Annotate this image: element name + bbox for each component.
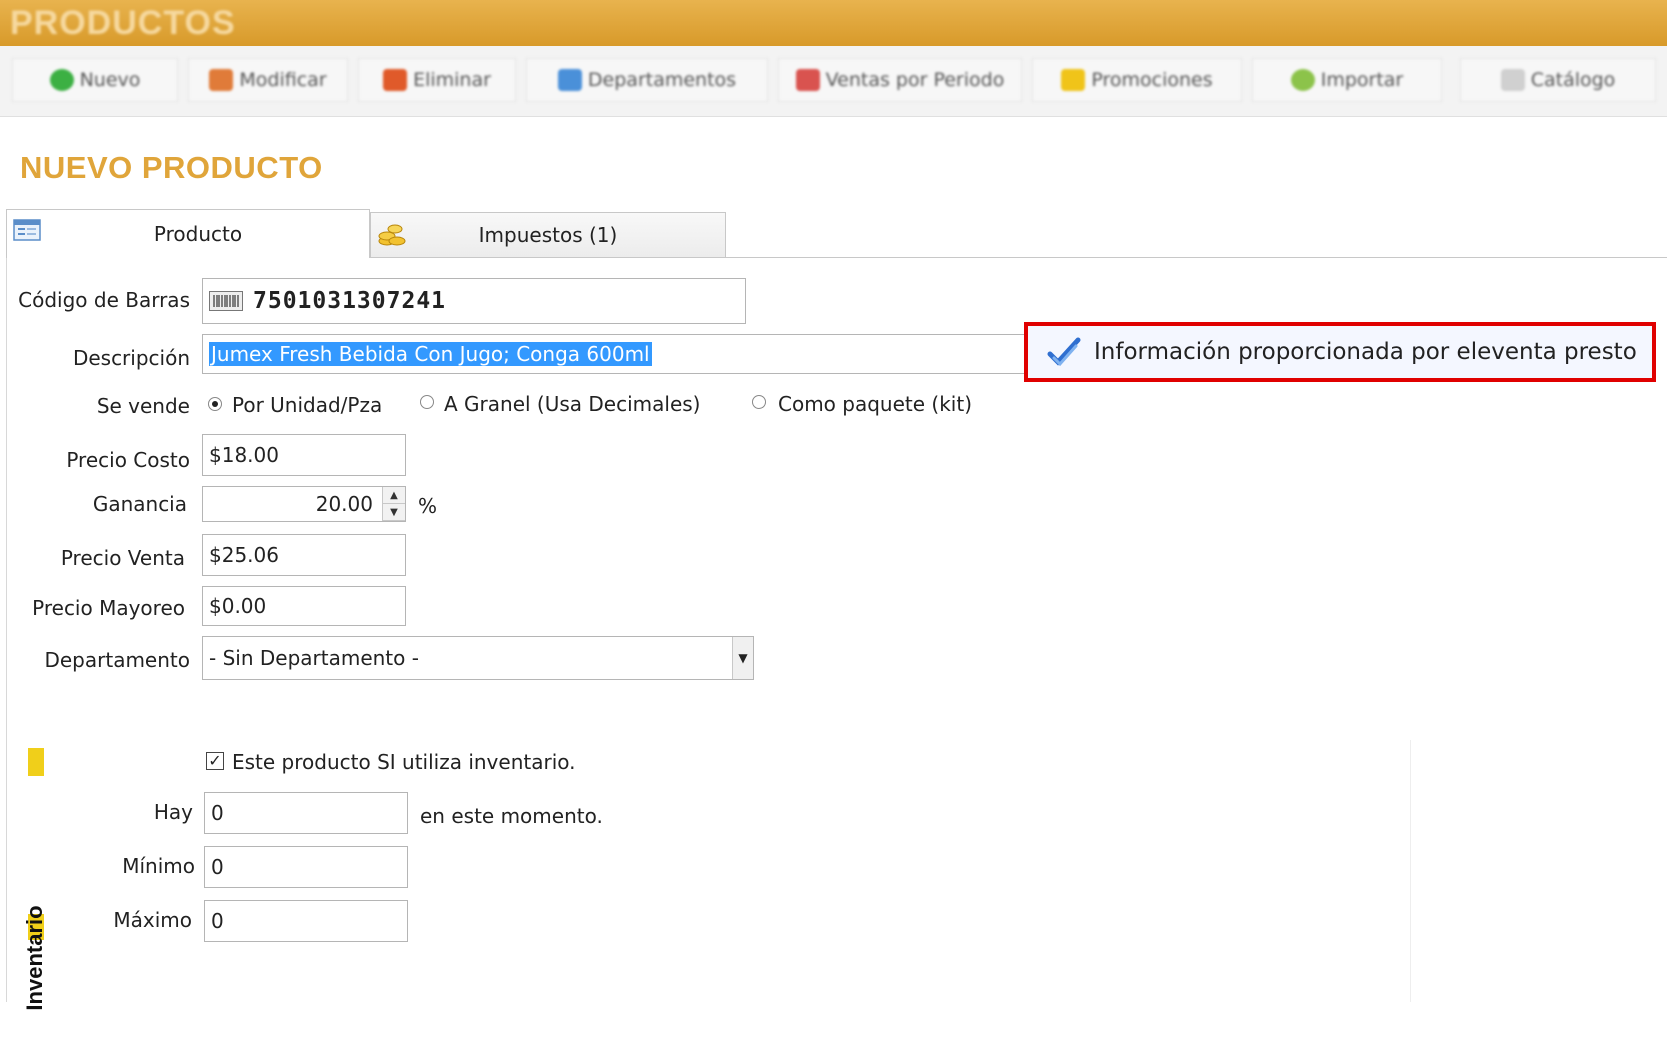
stock-suffix: en este momento. <box>420 804 603 828</box>
tab-impuestos-label: Impuestos (1) <box>478 223 618 247</box>
departments-button-label: Departamentos <box>587 69 737 91</box>
profit-label: Ganancia <box>92 492 187 516</box>
department-select[interactable]: - Sin Departamento - ▼ <box>202 636 754 680</box>
uses-inventory-checkbox[interactable]: ✓ <box>206 752 224 770</box>
stock-label: Hay <box>153 800 193 824</box>
profit-unit: % <box>418 494 438 518</box>
page-title: NUEVO PRODUCTO <box>20 150 323 185</box>
promotions-button[interactable]: Promociones <box>1032 58 1242 102</box>
coins-icon <box>378 224 406 246</box>
form-icon <box>13 219 41 241</box>
panel-border <box>6 258 7 1002</box>
barcode-input[interactable]: 7501031307241 <box>202 278 746 324</box>
sold-as-label: Se vende <box>96 394 190 418</box>
cost-label: Precio Costo <box>66 448 190 472</box>
uses-inventory-label: Este producto SI utiliza inventario. <box>232 750 576 774</box>
barcode-value: 7501031307241 <box>253 288 447 314</box>
inventory-section-label: Inventario <box>22 905 47 1011</box>
wholesale-price-value: $0.00 <box>209 594 267 618</box>
radio-per-unit[interactable] <box>208 397 222 411</box>
wholesale-price-input[interactable]: $0.00 <box>202 586 406 626</box>
star-icon <box>1061 69 1086 91</box>
tab-producto[interactable]: Producto <box>6 209 370 258</box>
sale-price-value: $25.06 <box>209 543 279 567</box>
sale-price-label: Precio Venta <box>60 546 185 570</box>
department-value: - Sin Departamento - <box>209 646 419 670</box>
department-label: Departamento <box>44 648 190 672</box>
tab-producto-label: Producto <box>153 222 243 246</box>
radio-bulk-label: A Granel (Usa Decimales) <box>444 392 701 416</box>
promotions-button-label: Promociones <box>1091 69 1213 91</box>
delete-button-label: Eliminar <box>413 69 491 91</box>
min-label: Mínimo <box>122 854 195 878</box>
catalog-button[interactable]: Catálogo <box>1460 58 1656 102</box>
barcode-icon <box>209 291 243 311</box>
description-value: Jumex Fresh Bebida Con Jugo; Conga 600ml <box>209 342 652 366</box>
radio-kit-label: Como paquete (kit) <box>778 392 972 416</box>
stepper-down-icon[interactable]: ▼ <box>383 504 405 521</box>
catalog-icon <box>1500 69 1525 91</box>
profit-input[interactable]: 20.00 ▲ ▼ <box>202 486 406 522</box>
tab-impuestos[interactable]: Impuestos (1) <box>370 212 726 258</box>
cost-input[interactable]: $18.00 <box>202 434 406 476</box>
stock-input[interactable]: 0 <box>204 792 408 834</box>
eraser-icon <box>383 69 408 91</box>
max-label: Máximo <box>113 908 192 932</box>
new-button-label: Nuevo <box>79 69 141 91</box>
tab-divider <box>726 257 1667 258</box>
stepper-up-icon[interactable]: ▲ <box>383 487 405 504</box>
import-icon <box>1290 69 1315 91</box>
profit-value: 20.00 <box>315 492 373 516</box>
window-title: PRODUCTOS <box>10 4 236 42</box>
min-value: 0 <box>211 855 224 879</box>
pencil-icon <box>209 69 234 91</box>
radio-bulk[interactable] <box>420 395 434 409</box>
title-bar: PRODUCTOS <box>0 0 1667 46</box>
sales-by-period-button[interactable]: Ventas por Periodo <box>778 58 1022 102</box>
info-text: Información proporcionada por eleventa p… <box>1094 339 1637 365</box>
modify-button-label: Modificar <box>239 69 327 91</box>
departments-button[interactable]: Departamentos <box>526 58 768 102</box>
info-notice: Información proporcionada por eleventa p… <box>1024 322 1656 382</box>
wholesale-price-label: Precio Mayoreo <box>32 596 185 620</box>
radio-per-unit-label: Por Unidad/Pza <box>232 393 383 417</box>
sales-by-period-button-label: Ventas por Periodo <box>825 69 1005 91</box>
chevron-down-icon[interactable]: ▼ <box>732 637 753 679</box>
max-value: 0 <box>211 909 224 933</box>
delete-button[interactable]: Eliminar <box>358 58 516 102</box>
sale-price-input[interactable]: $25.06 <box>202 534 406 576</box>
section-divider <box>1410 740 1411 1002</box>
import-button[interactable]: Importar <box>1252 58 1442 102</box>
stock-value: 0 <box>211 801 224 825</box>
radio-kit[interactable] <box>752 395 766 409</box>
barcode-label: Código de Barras <box>18 288 190 312</box>
departments-icon <box>557 69 582 91</box>
modify-button[interactable]: Modificar <box>188 58 348 102</box>
min-input[interactable]: 0 <box>204 846 408 888</box>
catalog-button-label: Catálogo <box>1530 69 1616 91</box>
add-icon <box>49 69 74 91</box>
description-input[interactable]: Jumex Fresh Bebida Con Jugo; Conga 600ml <box>202 334 1032 374</box>
inventory-accent-top <box>28 748 44 776</box>
new-button[interactable]: Nuevo <box>12 58 178 102</box>
description-label: Descripción <box>72 346 190 370</box>
eleventa-check-icon <box>1047 337 1081 367</box>
profit-stepper[interactable]: ▲ ▼ <box>382 487 405 521</box>
max-input[interactable]: 0 <box>204 900 408 942</box>
calendar-icon <box>795 69 820 91</box>
import-button-label: Importar <box>1320 69 1404 91</box>
toolbar: Nuevo Modificar Eliminar Departamentos V… <box>0 46 1667 117</box>
cost-value: $18.00 <box>209 443 279 467</box>
